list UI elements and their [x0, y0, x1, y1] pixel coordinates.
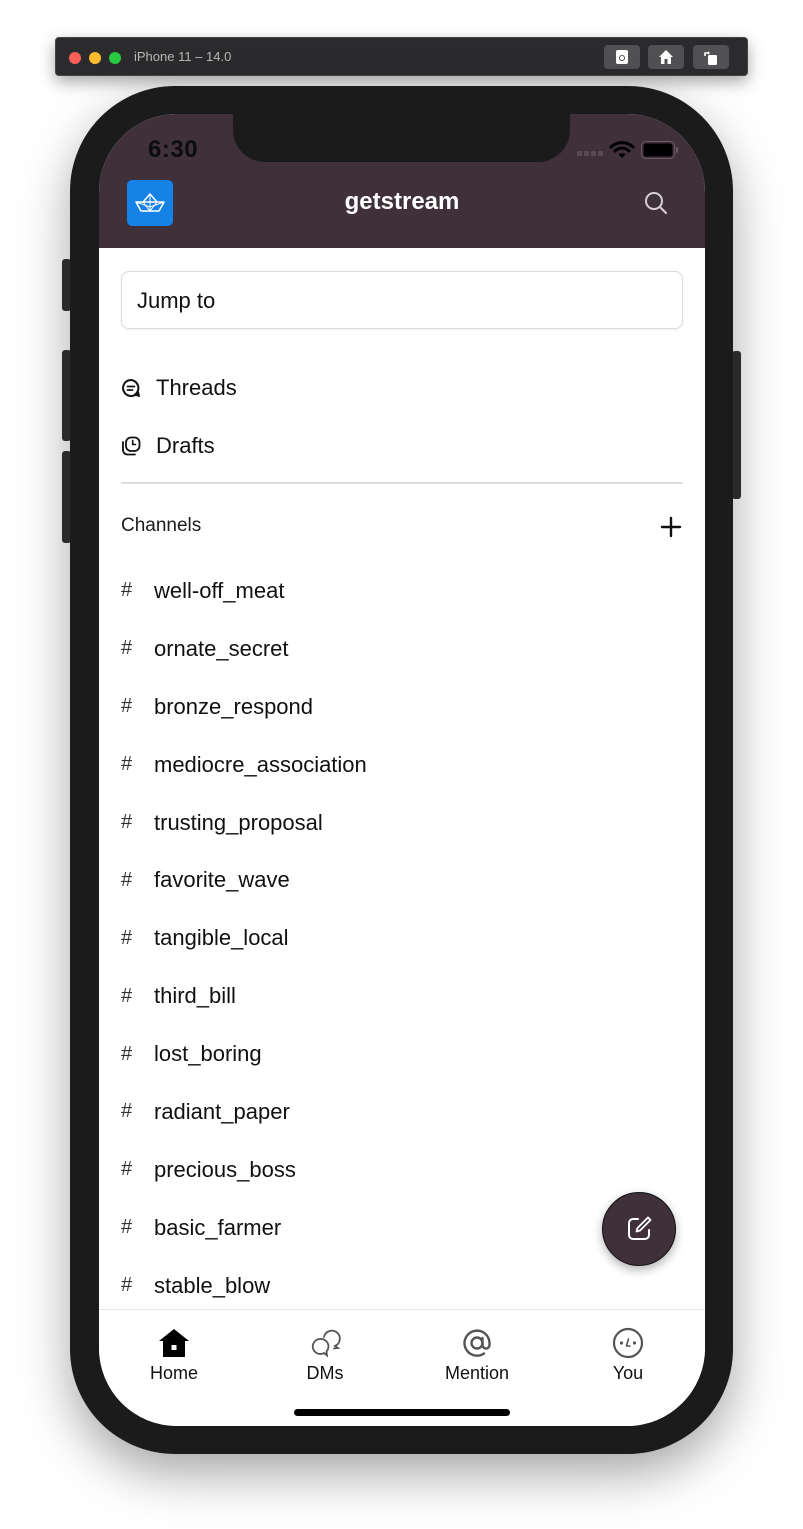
channel-item[interactable]: # radiant_paper	[121, 1083, 681, 1141]
battery-icon	[641, 141, 678, 159]
plus-icon[interactable]	[660, 516, 682, 538]
tab-dms[interactable]: DMs	[275, 1326, 375, 1384]
channel-item[interactable]: # precious_boss	[121, 1141, 681, 1199]
tab-label: DMs	[306, 1363, 344, 1383]
tab-label: Home	[149, 1363, 198, 1383]
channel-item[interactable]: # ornate_secret	[121, 620, 681, 678]
camera-icon	[616, 50, 628, 64]
channel-item[interactable]: # mediocre_association	[121, 736, 681, 794]
drafts-icon	[121, 436, 141, 456]
rotate-button[interactable]	[693, 45, 729, 69]
section-divider	[121, 482, 683, 484]
channel-item[interactable]: # basic_farmer	[121, 1199, 681, 1257]
channel-item[interactable]: # well-off_meat	[121, 562, 681, 620]
channel-item[interactable]: # lost_boring	[121, 1025, 681, 1083]
nav-item-label: Threads	[156, 375, 237, 400]
channel-list: # well-off_meat # ornate_secret # bronze_resp…	[121, 562, 681, 1315]
tab-label: You	[612, 1363, 644, 1383]
notch	[233, 114, 570, 162]
hash-icon: #	[121, 1274, 133, 1297]
jump-to-input[interactable]: Jump to	[121, 271, 683, 329]
compose-button[interactable]	[602, 1192, 676, 1266]
app-header: 6:30 getstream	[99, 114, 705, 248]
status-time: 6:30	[148, 136, 199, 163]
nav-item-threads[interactable]: Threads	[121, 368, 237, 408]
channel-name: tangible_local	[154, 925, 289, 951]
hash-icon: #	[121, 811, 133, 833]
hash-icon: #	[121, 695, 133, 718]
screenshot-button[interactable]	[604, 45, 640, 69]
channel-name: radiant_paper	[154, 1098, 290, 1124]
search-icon[interactable]	[643, 190, 669, 216]
channel-name: precious_boss	[154, 1156, 296, 1182]
phone-frame: 6:30 getstream Jump to Threads Drafts Ch…	[70, 86, 733, 1454]
hash-icon: #	[121, 1042, 133, 1065]
simulator-title-bar: iPhone 11 – 14.0	[55, 37, 748, 76]
tab-mention[interactable]: Mention	[427, 1326, 527, 1384]
home-indicator[interactable]	[294, 1409, 510, 1416]
power-button	[732, 351, 741, 499]
hash-icon: #	[121, 984, 133, 1007]
compose-icon	[628, 1216, 652, 1240]
channel-name: ornate_secret	[154, 635, 289, 661]
channel-name: lost_boring	[154, 1041, 262, 1067]
channel-item[interactable]: # trusting_proposal	[121, 794, 681, 852]
wifi-icon	[609, 141, 635, 158]
hash-icon: #	[121, 579, 133, 602]
nav-item-drafts[interactable]: Drafts	[121, 426, 215, 466]
channel-name: basic_farmer	[154, 1214, 282, 1240]
threads-icon	[121, 378, 141, 398]
tab-you[interactable]: You	[578, 1326, 678, 1384]
tab-label: Mention	[444, 1363, 510, 1383]
channel-item[interactable]: # stable_blow	[121, 1257, 681, 1315]
minimize-window-button[interactable]	[89, 52, 101, 64]
hash-icon: #	[121, 1100, 133, 1123]
channel-item[interactable]: # third_bill	[121, 967, 681, 1025]
simulator-title: iPhone 11 – 14.0	[134, 49, 232, 64]
close-window-button[interactable]	[69, 52, 81, 64]
channel-name: well-off_meat	[154, 577, 285, 603]
channel-item[interactable]: # favorite_wave	[121, 851, 681, 909]
app-screen: 6:30 getstream Jump to Threads Drafts Ch…	[99, 114, 705, 1426]
mention-icon	[460, 1326, 494, 1360]
workspace-title: getstream	[344, 188, 460, 215]
hash-icon: #	[121, 868, 133, 891]
zoom-window-button[interactable]	[109, 52, 121, 64]
channel-item[interactable]: # tangible_local	[121, 909, 681, 967]
nav-item-label: Drafts	[156, 433, 215, 458]
channel-item[interactable]: # bronze_respond	[121, 678, 681, 736]
you-icon	[611, 1326, 645, 1360]
channels-header[interactable]: Channels	[121, 515, 201, 537]
home-icon	[157, 1326, 191, 1360]
hash-icon: #	[121, 926, 133, 949]
house-icon	[659, 50, 673, 64]
channel-name: stable_blow	[154, 1272, 271, 1298]
hash-icon: #	[121, 753, 133, 776]
channel-name: favorite_wave	[154, 867, 290, 893]
channel-name: third_bill	[154, 983, 236, 1009]
channel-name: trusting_proposal	[154, 809, 323, 835]
cellular-signal-icon	[577, 151, 603, 156]
hash-icon: #	[121, 637, 133, 660]
channel-name: bronze_respond	[154, 693, 314, 719]
dms-icon	[308, 1326, 342, 1360]
tab-home[interactable]: Home	[124, 1326, 224, 1384]
home-button[interactable]	[648, 45, 684, 69]
hash-icon: #	[121, 1158, 133, 1181]
channel-name: mediocre_association	[154, 751, 367, 777]
rotate-icon	[704, 51, 717, 65]
hash-icon: #	[121, 1216, 133, 1239]
